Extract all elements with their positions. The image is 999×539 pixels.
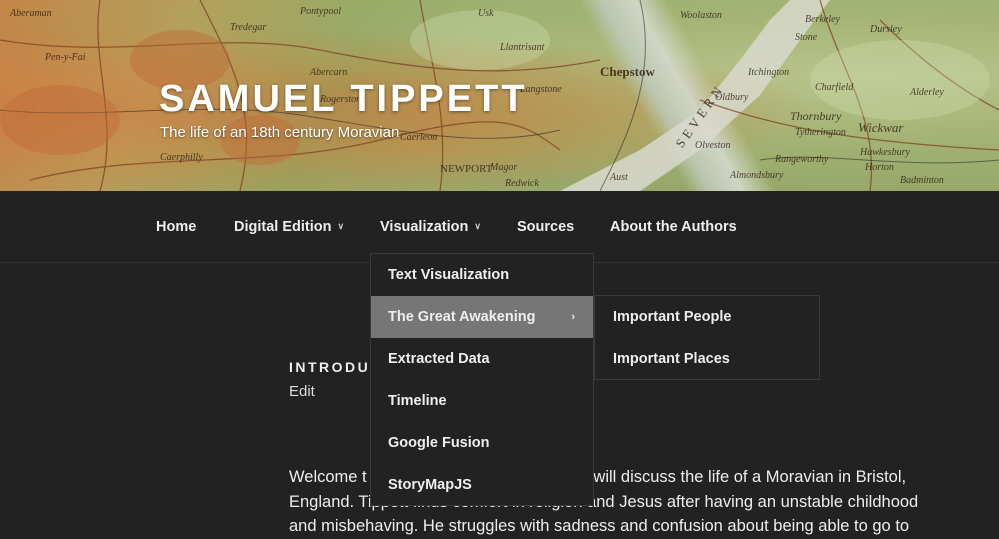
site-title[interactable]: SAMUEL TIPPETT (159, 78, 528, 121)
svg-text:Horton: Horton (864, 162, 894, 173)
svg-text:Alderley: Alderley (909, 87, 944, 98)
svg-text:Usk: Usk (478, 8, 494, 19)
svg-text:Olveston: Olveston (695, 140, 731, 151)
menu-item-timeline[interactable]: Timeline (371, 380, 593, 422)
nav-item-label: Digital Edition (234, 219, 332, 235)
svg-text:Wickwar: Wickwar (858, 120, 904, 135)
svg-text:Tredegar: Tredegar (230, 22, 266, 33)
nav-item-label: Visualization (380, 219, 469, 235)
nav-item-about-the-authors[interactable]: About the Authors (610, 219, 737, 235)
nav-item-sources[interactable]: Sources (517, 219, 574, 235)
svg-text:Berkeley: Berkeley (805, 14, 841, 25)
svg-text:Redwick: Redwick (504, 178, 539, 189)
visualization-dropdown-menu: Text Visualization The Great Awakening ›… (370, 253, 594, 506)
nav-item-label: About the Authors (610, 219, 737, 235)
menu-item-storymapjs[interactable]: StoryMapJS (371, 464, 593, 506)
body-text-fragment: e will discuss the life of a Moravian in… (579, 468, 907, 486)
menu-item-extracted-data[interactable]: Extracted Data (371, 338, 593, 380)
svg-text:Charfield: Charfield (815, 82, 854, 93)
svg-text:Rangeworthy: Rangeworthy (774, 154, 829, 165)
menu-item-important-people[interactable]: Important People (595, 296, 819, 338)
svg-text:Caerphilly: Caerphilly (160, 152, 203, 163)
svg-text:Aberaman: Aberaman (9, 8, 52, 19)
edit-link[interactable]: Edit (289, 383, 315, 400)
svg-text:Chepstow: Chepstow (600, 64, 656, 79)
svg-text:Woolaston: Woolaston (680, 10, 722, 21)
body-text-fragment: Welcome t (289, 468, 367, 486)
nav-item-label: Home (156, 219, 197, 235)
nav-item-visualization[interactable]: Visualization ∨ (380, 219, 481, 235)
menu-item-text-visualization[interactable]: Text Visualization (371, 254, 593, 296)
svg-text:Magor: Magor (489, 162, 517, 173)
svg-text:Dursley: Dursley (869, 24, 902, 35)
svg-text:Almondsbury: Almondsbury (729, 170, 784, 181)
menu-item-label: The Great Awakening (388, 309, 536, 325)
svg-text:Tytherington: Tytherington (795, 127, 846, 138)
svg-text:Abercarn: Abercarn (309, 67, 347, 78)
chevron-right-icon: › (571, 311, 575, 323)
great-awakening-submenu: Important People Important Places (594, 295, 820, 380)
chevron-down-icon: ∨ (337, 221, 345, 231)
body-text-line: and misbehaving. He struggles with sadne… (289, 517, 910, 535)
svg-text:Llantrisant: Llantrisant (499, 42, 545, 53)
svg-text:Caerleon: Caerleon (400, 132, 437, 143)
nav-item-home[interactable]: Home (156, 219, 196, 235)
site-description: The life of an 18th century Moravian (160, 124, 400, 141)
menu-item-the-great-awakening[interactable]: The Great Awakening › (371, 296, 593, 338)
svg-text:Pen-y-Fai: Pen-y-Fai (44, 52, 86, 63)
svg-text:NEWPORT: NEWPORT (440, 163, 493, 175)
svg-text:Oldbury: Oldbury (715, 92, 749, 103)
svg-text:Thornbury: Thornbury (790, 109, 842, 123)
page-title: INTRODU (289, 359, 371, 375)
nav-item-label: Sources (517, 219, 575, 235)
nav-item-digital-edition[interactable]: Digital Edition ∨ (234, 219, 344, 235)
svg-text:Badminton: Badminton (900, 175, 944, 186)
svg-text:Aust: Aust (609, 172, 628, 183)
menu-item-google-fusion[interactable]: Google Fusion (371, 422, 593, 464)
svg-text:Stone: Stone (795, 32, 818, 43)
menu-item-important-places[interactable]: Important Places (595, 338, 819, 380)
svg-text:Itchington: Itchington (747, 67, 789, 78)
site-header: Pontypool Usk Woolaston Berkeley Dursley… (0, 0, 999, 191)
chevron-down-icon: ∨ (474, 221, 481, 231)
svg-text:Pontypool: Pontypool (299, 6, 341, 17)
svg-text:Hawkesbury: Hawkesbury (859, 147, 911, 158)
